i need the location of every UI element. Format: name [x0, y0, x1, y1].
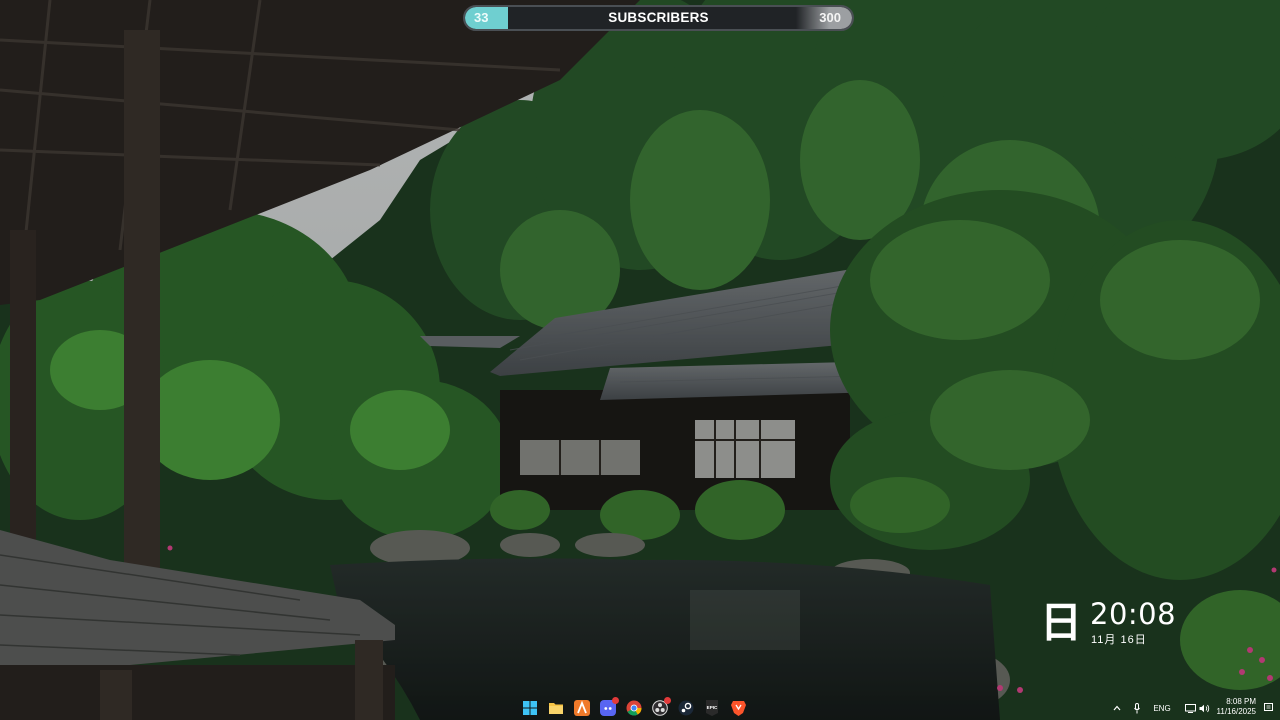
language-indicator[interactable]: ENG [1148, 701, 1176, 715]
obs-icon[interactable] [650, 697, 671, 718]
tray-clock[interactable]: 8:08 PM 11/16/2025 [1217, 697, 1256, 717]
steam-icon[interactable] [676, 698, 696, 718]
volume-icon[interactable] [1198, 701, 1210, 715]
taskbar: EPIC ENG 8:08 PM 11/16/2025 [0, 696, 1280, 720]
notification-bell-icon[interactable] [1262, 701, 1274, 715]
chrome-icon[interactable] [624, 698, 644, 718]
discord-icon[interactable] [598, 697, 619, 718]
network-icon[interactable] [1184, 701, 1196, 715]
subscriber-goal-count: 300 [819, 10, 841, 25]
epic-games-icon[interactable]: EPIC [702, 698, 722, 718]
desktop-clock-widget: 日 20:08 11月 16日 [1040, 598, 1190, 650]
subscriber-goal-bar: 33 SUBSCRIBERS 300 [463, 5, 854, 31]
taskbar-apps: EPIC [520, 696, 748, 720]
microphone-icon[interactable] [1132, 701, 1142, 715]
discord-notification-badge [612, 697, 619, 704]
clock-day-kanji: 日 [1040, 598, 1083, 647]
system-tray: ENG 8:08 PM 11/16/2025 [1110, 696, 1280, 720]
file-explorer-icon[interactable] [546, 698, 566, 718]
windows-start-icon[interactable] [520, 698, 540, 718]
tray-overflow-chevron-icon[interactable] [1112, 701, 1122, 715]
brave-icon[interactable] [728, 698, 748, 718]
clock-date: 11月 16日 [1091, 634, 1147, 646]
svg-text:EPIC: EPIC [707, 705, 718, 710]
obs-notification-badge [664, 697, 671, 704]
tray-date: 11/16/2025 [1216, 707, 1256, 716]
clock-time: 20:08 [1090, 597, 1177, 631]
subscriber-label: SUBSCRIBERS [608, 10, 709, 25]
tray-time: 8:08 PM [1226, 697, 1256, 706]
app-orange-a-icon[interactable] [572, 698, 592, 718]
